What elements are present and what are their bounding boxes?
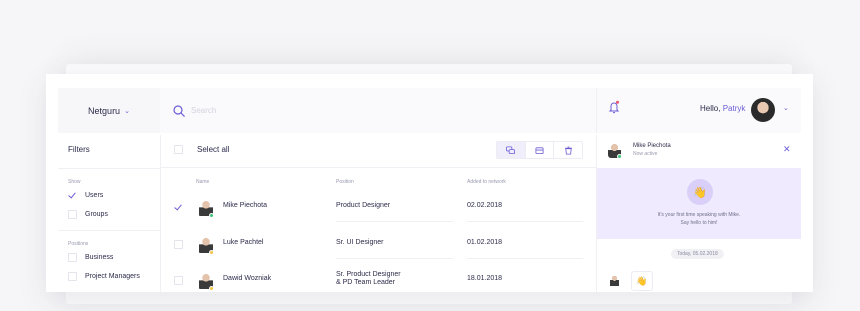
filter-group-label: Positions — [68, 241, 89, 247]
filter-label: Business — [85, 254, 114, 261]
chat-contact-name: Mike Piechota — [633, 143, 671, 149]
checkbox[interactable] — [68, 253, 77, 262]
workspace-switcher[interactable]: Netguru ⌄ — [58, 88, 160, 133]
checkbox[interactable] — [174, 145, 183, 154]
filter-business[interactable]: Business — [68, 253, 113, 262]
divider — [467, 258, 583, 259]
row-checkbox[interactable] — [174, 276, 183, 285]
divider — [336, 258, 453, 259]
select-all-label: Select all — [197, 145, 230, 154]
workspace-label: Netguru — [88, 105, 121, 116]
person-name[interactable]: Mike Piechota — [223, 202, 267, 210]
person-name[interactable]: Dawid Wozniak — [223, 275, 271, 283]
person-position: Sr. UI Designer — [336, 239, 384, 246]
chat-intro: 👋 It's your first time speaking with Mik… — [597, 168, 801, 239]
intro-line-2: Say hello to him! — [680, 220, 718, 226]
search-icon — [173, 104, 185, 117]
chat-contact-status: Now active — [633, 151, 658, 157]
filter-users[interactable]: Users — [68, 191, 103, 200]
table-row[interactable]: Luke Pachtel Sr. UI Designer 01.02.2018 — [161, 230, 596, 266]
filter-label: Groups — [85, 211, 108, 218]
chat-header: Mike Piechota Now active ✕ — [597, 135, 801, 168]
table-row[interactable]: Dawid Wozniak Sr. Product Designer & PD … — [161, 266, 596, 292]
filter-group-label: Show — [68, 179, 81, 185]
checkbox[interactable] — [68, 191, 77, 200]
row-checkbox[interactable] — [174, 240, 183, 249]
row-checkbox[interactable] — [174, 203, 183, 212]
person-name[interactable]: Luke Pachtel — [223, 239, 263, 247]
filter-groups[interactable]: Groups — [68, 210, 108, 219]
table-row[interactable]: Mike Piechota Product Designer 02.02.201… — [161, 193, 596, 229]
chat-panel: Mike Piechota Now active ✕ 👋 It's your f… — [597, 135, 801, 292]
action-buttons — [496, 141, 583, 159]
wave-icon: 👋 — [636, 275, 648, 286]
added-date: 02.02.2018 — [467, 202, 503, 209]
chat-icon — [506, 145, 516, 154]
divider — [336, 221, 453, 222]
divider — [58, 168, 160, 169]
checkbox[interactable] — [68, 210, 77, 219]
divider — [58, 230, 160, 231]
select-all[interactable]: Select all — [174, 145, 229, 154]
filter-project-managers[interactable]: Project Managers — [68, 272, 140, 281]
column-header-added[interactable]: Added to network — [467, 179, 506, 185]
wave-icon: 👋 — [687, 179, 713, 205]
greeting: Hello, Patryk — [700, 104, 745, 113]
people-list: Select all Name Position Added to networ… — [161, 135, 596, 292]
status-dot — [617, 154, 622, 159]
card-button[interactable] — [526, 142, 555, 158]
list-toolbar: Select all — [161, 135, 596, 168]
added-date: 01.02.2018 — [467, 239, 503, 246]
header: Netguru ⌄ Hello, Patryk ⌄ — [46, 74, 813, 135]
app-window: Netguru ⌄ Hello, Patryk ⌄ Filter — [46, 74, 813, 292]
status-dot — [209, 213, 214, 218]
date-separator: Today, 05.02.2018 — [671, 249, 724, 259]
card-icon — [535, 146, 544, 154]
message-bubble[interactable]: 👋 — [631, 271, 653, 291]
added-date: 18.01.2018 — [467, 275, 503, 282]
search-input[interactable] — [191, 106, 491, 115]
filter-label: Project Managers — [85, 273, 140, 280]
filter-label: Users — [85, 192, 104, 199]
chevron-down-icon: ⌄ — [124, 107, 130, 115]
column-header-name[interactable]: Name — [196, 179, 209, 185]
message-button[interactable] — [497, 142, 526, 158]
status-dot — [209, 286, 214, 291]
delete-button[interactable] — [554, 142, 582, 158]
person-position: Sr. Product Designer — [336, 271, 401, 278]
avatar[interactable] — [751, 98, 775, 122]
filters-title: Filters — [68, 145, 90, 154]
search-bar — [160, 88, 596, 133]
header-user-area: Hello, Patryk ⌄ — [596, 88, 801, 133]
close-icon[interactable]: ✕ — [783, 144, 791, 155]
intro-text: It's your first time speaking with Mike.… — [597, 211, 801, 227]
column-header-position[interactable]: Position — [336, 179, 354, 185]
user-name: Patryk — [722, 104, 746, 113]
divider — [467, 221, 583, 222]
filters-panel: Filters Show Users Groups Positions Busi… — [58, 135, 160, 292]
person-position: Product Designer — [336, 202, 391, 209]
bell-icon[interactable] — [608, 100, 620, 114]
avatar — [610, 275, 619, 286]
chevron-down-icon[interactable]: ⌄ — [783, 104, 789, 112]
status-dot — [209, 250, 214, 255]
trash-icon — [564, 146, 572, 155]
intro-line-1: It's your first time speaking with Mike. — [657, 212, 741, 218]
person-position-line2: & PD Team Leader — [336, 279, 396, 286]
checkbox[interactable] — [68, 272, 77, 281]
greeting-text: Hello, — [700, 104, 721, 113]
